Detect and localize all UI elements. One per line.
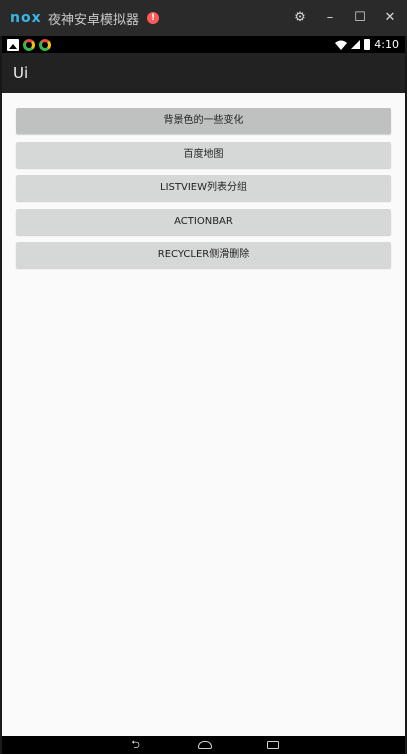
battery-icon: [364, 39, 371, 50]
minimize-icon[interactable]: –: [323, 11, 337, 25]
maximize-icon[interactable]: ☐: [353, 11, 367, 25]
emulator-title: 夜神安卓模拟器: [48, 12, 140, 28]
window-controls: ⚙ – ☐ ✕: [293, 0, 397, 36]
app-toolbar: Ui: [2, 53, 405, 93]
system-status: 4:10: [335, 36, 399, 53]
recycler-swipe-delete-button[interactable]: RECYCLER侧滑删除: [16, 242, 391, 268]
signal-icon: [351, 40, 361, 49]
gallery-icon: [7, 38, 19, 51]
android-nav-bar: ⮌: [2, 736, 405, 754]
alert-icon[interactable]: !: [147, 12, 160, 24]
actionbar-button[interactable]: ACTIONBAR: [16, 209, 391, 235]
back-icon[interactable]: ⮌: [129, 739, 143, 750]
nox-logo: nox: [10, 10, 42, 26]
notification-icons: [7, 38, 51, 51]
background-color-button[interactable]: 背景色的一些变化: [16, 108, 391, 134]
baidu-map-button[interactable]: 百度地图: [16, 142, 391, 168]
wifi-icon: [335, 40, 348, 50]
home-icon[interactable]: [197, 741, 212, 749]
emulator-title-bar: nox 夜神安卓模拟器 ! ⚙ – ☐ ✕: [0, 0, 407, 36]
gear-icon[interactable]: ⚙: [293, 11, 307, 25]
recent-apps-icon[interactable]: [266, 741, 279, 749]
app-notification-icon: [39, 38, 51, 51]
status-time: 4:10: [374, 38, 399, 51]
app-notification-icon: [23, 38, 35, 51]
page-title: Ui: [13, 64, 29, 82]
android-status-bar: 4:10: [2, 36, 405, 53]
close-icon[interactable]: ✕: [383, 11, 397, 25]
main-content: 背景色的一些变化 百度地图 LISTVIEW列表分组 ACTIONBAR REC…: [2, 93, 405, 736]
listview-group-button[interactable]: LISTVIEW列表分组: [16, 175, 391, 201]
